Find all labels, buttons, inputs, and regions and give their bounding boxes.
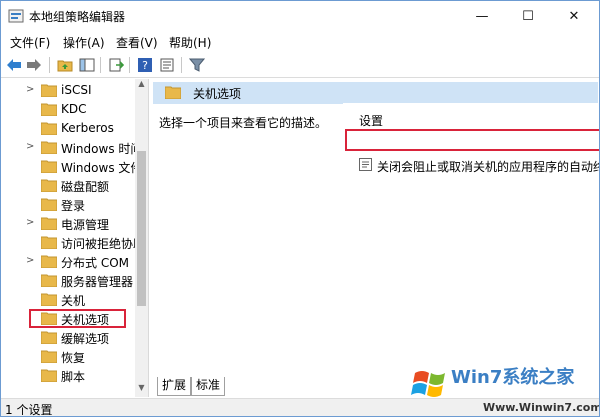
folder-icon <box>41 369 57 382</box>
tab-extended[interactable]: 扩展 <box>157 377 192 396</box>
folder-icon <box>41 103 57 116</box>
tree-item[interactable]: > iSCSI <box>1 81 141 100</box>
folder-icon <box>41 84 57 97</box>
tree-item-label: 服务器管理器 <box>61 275 134 289</box>
folder-icon <box>41 179 57 192</box>
close-button[interactable]: ✕ <box>551 1 597 31</box>
folder-icon <box>41 350 57 363</box>
folder-icon <box>41 274 57 287</box>
highlight-box <box>29 309 126 328</box>
toolbar-separator <box>49 57 50 73</box>
folder-icon <box>41 217 57 230</box>
watermark-url: Www.Winwin7.com <box>483 401 600 414</box>
watermark-brand: Win7系统之家 <box>451 367 575 388</box>
toolbar-separator <box>181 57 182 73</box>
tree-item[interactable]: KDC <box>1 100 141 119</box>
list-item-label: 关闭会阻止或取消关机的应用程序的自动终止 <box>377 160 600 174</box>
minimize-button[interactable]: — <box>459 1 505 31</box>
window-title: 本地组策略编辑器 <box>29 10 126 24</box>
status-text: 1 个设置 <box>5 403 53 417</box>
maximize-button[interactable]: ☐ <box>505 1 551 31</box>
tree-item[interactable]: > 电源管理 <box>1 214 141 233</box>
svg-text:?: ? <box>142 59 148 72</box>
tree-item[interactable]: 访问被拒绝协助 <box>1 233 145 252</box>
tree-item-label: Kerberos <box>61 121 114 135</box>
chevron-right-icon[interactable]: > <box>26 84 34 95</box>
tree-item-label: 缓解选项 <box>61 332 110 346</box>
tree-item-label: iSCSI <box>61 83 92 97</box>
filter-icon[interactable] <box>188 56 206 74</box>
windows-logo-icon <box>411 371 445 397</box>
toolbar-separator <box>129 57 130 73</box>
folder-icon <box>41 331 57 344</box>
chevron-right-icon[interactable]: > <box>26 217 34 228</box>
tree-item[interactable]: 服务器管理器 <box>1 271 141 290</box>
editor-window: 本地组策略编辑器 — ☐ ✕ 文件(F) 操作(A) 查看(V) 帮助(H) ? <box>0 0 600 417</box>
tree-item-label: 登录 <box>61 199 86 213</box>
pane-header: 关机选项 <box>153 82 598 104</box>
forward-icon[interactable] <box>25 56 43 74</box>
tree-item[interactable]: 关机 <box>1 290 141 309</box>
back-icon[interactable] <box>5 56 23 74</box>
tree-item[interactable]: > Windows 时间 <box>1 138 143 157</box>
watermark: Win7系统之家 Www.Winwin7.com <box>411 363 600 416</box>
chevron-right-icon[interactable]: > <box>26 255 34 266</box>
tree-item-label: 电源管理 <box>61 218 110 232</box>
tree-item-label: Windows 时间 <box>61 142 143 156</box>
policy-tree: > iSCSI KDC Kerberos > Windows 时间 Window… <box>1 79 149 397</box>
folder-icon <box>41 236 57 249</box>
tree-item-label: KDC <box>61 102 87 116</box>
scroll-up-icon[interactable]: ▲ <box>135 79 148 93</box>
chevron-right-icon[interactable]: > <box>26 141 34 152</box>
up-folder-icon[interactable] <box>56 56 74 74</box>
menu-action[interactable]: 操作(A) <box>63 34 105 51</box>
folder-icon <box>41 160 57 173</box>
tree-item-label: Windows 文件 <box>61 161 143 175</box>
highlight-box <box>345 129 599 151</box>
menu-bar: 文件(F) 操作(A) 查看(V) 帮助(H) <box>1 32 599 52</box>
menu-view[interactable]: 查看(V) <box>116 34 158 51</box>
scrollbar-thumb[interactable] <box>137 151 146 306</box>
tree-item[interactable]: 登录 <box>1 195 141 214</box>
menu-file[interactable]: 文件(F) <box>10 34 50 51</box>
tree-item[interactable]: > 分布式 COM <box>1 252 141 271</box>
tree-item-label: 脚本 <box>61 370 86 384</box>
scroll-down-icon[interactable]: ▼ <box>135 383 148 397</box>
policy-setting-icon <box>359 158 372 171</box>
properties-icon[interactable] <box>158 56 176 74</box>
folder-icon <box>41 198 57 211</box>
pane-title: 关机选项 <box>193 87 242 101</box>
tree-scrollbar[interactable]: ▲ ▼ <box>135 79 148 397</box>
details-pane: 关机选项 选择一个项目来查看它的描述。 设置 关闭会阻止或取消关机的应用程序的自… <box>149 79 599 375</box>
tree-item[interactable]: 恢复 <box>1 347 141 366</box>
toolbar: ? <box>1 53 599 78</box>
tree-item[interactable]: 磁盘配额 <box>1 176 141 195</box>
tree-item[interactable]: Windows 文件 <box>1 157 143 176</box>
policy-editor-icon <box>8 9 24 23</box>
tree-item-label: 分布式 COM <box>61 256 129 270</box>
folder-icon <box>41 122 57 135</box>
folder-icon <box>165 86 181 99</box>
folder-icon <box>41 141 57 154</box>
show-hide-tree-icon[interactable] <box>78 56 96 74</box>
title-bar: 本地组策略编辑器 — ☐ ✕ <box>1 1 599 31</box>
folder-icon <box>41 293 57 306</box>
tree-item-label: 关机 <box>61 294 86 308</box>
menu-help[interactable]: 帮助(H) <box>169 34 211 51</box>
tree-item-label: 磁盘配额 <box>61 180 110 194</box>
list-item[interactable]: 关闭会阻止或取消关机的应用程序的自动终止 <box>353 155 600 175</box>
column-header-setting[interactable]: 设置 <box>359 112 383 129</box>
tab-standard[interactable]: 标准 <box>191 377 226 396</box>
tree-item[interactable]: Kerberos <box>1 119 141 138</box>
folder-icon <box>41 255 57 268</box>
toolbar-separator <box>100 57 101 73</box>
export-list-icon[interactable] <box>107 56 125 74</box>
tree-item[interactable]: 脚本 <box>1 366 141 385</box>
tree-item-label: 访问被拒绝协助 <box>61 237 146 251</box>
tree-item-label: 恢复 <box>61 351 86 365</box>
pane-description: 选择一个项目来查看它的描述。 <box>159 116 328 130</box>
tree-item[interactable]: 缓解选项 <box>1 328 141 347</box>
help-icon[interactable]: ? <box>136 56 154 74</box>
